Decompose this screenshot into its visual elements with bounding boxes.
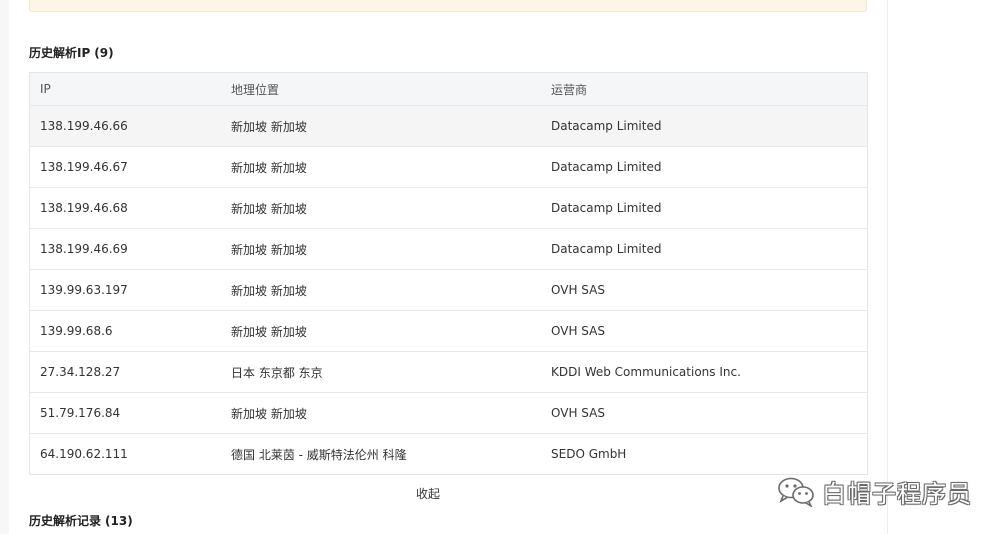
column-header-location: 地理位置 (231, 82, 280, 97)
history-records-count: (13) (105, 514, 133, 528)
table-row[interactable]: 138.199.46.66 新加坡 新加坡 Datacamp Limited (30, 105, 867, 146)
main-panel: 历史解析IP (9) IP 地理位置 运营商 138.199.46.66 新加坡 … (9, 0, 888, 534)
location-cell: 日本 东京都 东京 (231, 365, 323, 380)
location-cell: 新加坡 新加坡 (231, 324, 307, 339)
location-cell: 新加坡 新加坡 (231, 160, 307, 175)
history-ip-count: (9) (94, 46, 114, 60)
ip-cell: 51.79.176.84 (40, 406, 121, 420)
location-cell: 新加坡 新加坡 (231, 283, 307, 298)
isp-cell: OVH SAS (551, 406, 605, 420)
table-row[interactable]: 138.199.46.68 新加坡 新加坡 Datacamp Limited (30, 187, 867, 228)
notice-bar (29, 0, 867, 12)
ip-cell: 138.199.46.68 (40, 201, 128, 215)
table-row[interactable]: 139.99.68.6 新加坡 新加坡 OVH SAS (30, 310, 867, 351)
history-ip-title-text: 历史解析IP (29, 46, 91, 60)
collapse-link[interactable]: 收起 (416, 485, 440, 502)
ip-cell: 138.199.46.69 (40, 242, 128, 256)
isp-cell: OVH SAS (551, 283, 605, 297)
history-records-title-text: 历史解析记录 (29, 514, 102, 528)
history-ip-table: IP 地理位置 运营商 138.199.46.66 新加坡 新加坡 Dataca… (29, 72, 868, 475)
table-row[interactable]: 138.199.46.67 新加坡 新加坡 Datacamp Limited (30, 146, 867, 187)
location-cell: 新加坡 新加坡 (231, 201, 307, 216)
page: 历史解析IP (9) IP 地理位置 运营商 138.199.46.66 新加坡 … (0, 0, 999, 534)
isp-cell: Datacamp Limited (551, 119, 662, 133)
ip-cell: 27.34.128.27 (40, 365, 121, 379)
history-ip-title: 历史解析IP (9) (29, 44, 114, 61)
ip-cell: 139.99.68.6 (40, 324, 113, 338)
ip-cell: 138.199.46.66 (40, 119, 128, 133)
table-row[interactable]: 27.34.128.27 日本 东京都 东京 KDDI Web Communic… (30, 351, 867, 392)
history-records-title: 历史解析记录 (13) (29, 512, 133, 529)
watermark-text: 白帽子程序员 (822, 479, 972, 508)
table-header-row: IP 地理位置 运营商 (30, 73, 867, 105)
location-cell: 新加坡 新加坡 (231, 406, 307, 421)
ip-cell: 64.190.62.111 (40, 447, 128, 461)
isp-cell: Datacamp Limited (551, 160, 662, 174)
column-header-isp: 运营商 (551, 82, 588, 97)
column-header-ip: IP (40, 82, 51, 96)
ip-cell: 139.99.63.197 (40, 283, 128, 297)
isp-cell: SEDO GmbH (551, 447, 627, 461)
isp-cell: KDDI Web Communications Inc. (551, 365, 741, 379)
table-row[interactable]: 139.99.63.197 新加坡 新加坡 OVH SAS (30, 269, 867, 310)
watermark: 白帽子程序员 (776, 474, 972, 508)
ip-cell: 138.199.46.67 (40, 160, 128, 174)
wechat-icon (778, 477, 814, 507)
isp-cell: OVH SAS (551, 324, 605, 338)
left-gutter (0, 0, 9, 534)
table-row[interactable]: 64.190.62.111 德国 北莱茵 - 威斯特法伦州 科隆 SEDO Gm… (30, 433, 867, 474)
location-cell: 新加坡 新加坡 (231, 119, 307, 134)
location-cell: 新加坡 新加坡 (231, 242, 307, 257)
table-row[interactable]: 138.199.46.69 新加坡 新加坡 Datacamp Limited (30, 228, 867, 269)
isp-cell: Datacamp Limited (551, 201, 662, 215)
location-cell: 德国 北莱茵 - 威斯特法伦州 科隆 (231, 447, 407, 462)
isp-cell: Datacamp Limited (551, 242, 662, 256)
table-row[interactable]: 51.79.176.84 新加坡 新加坡 OVH SAS (30, 392, 867, 433)
